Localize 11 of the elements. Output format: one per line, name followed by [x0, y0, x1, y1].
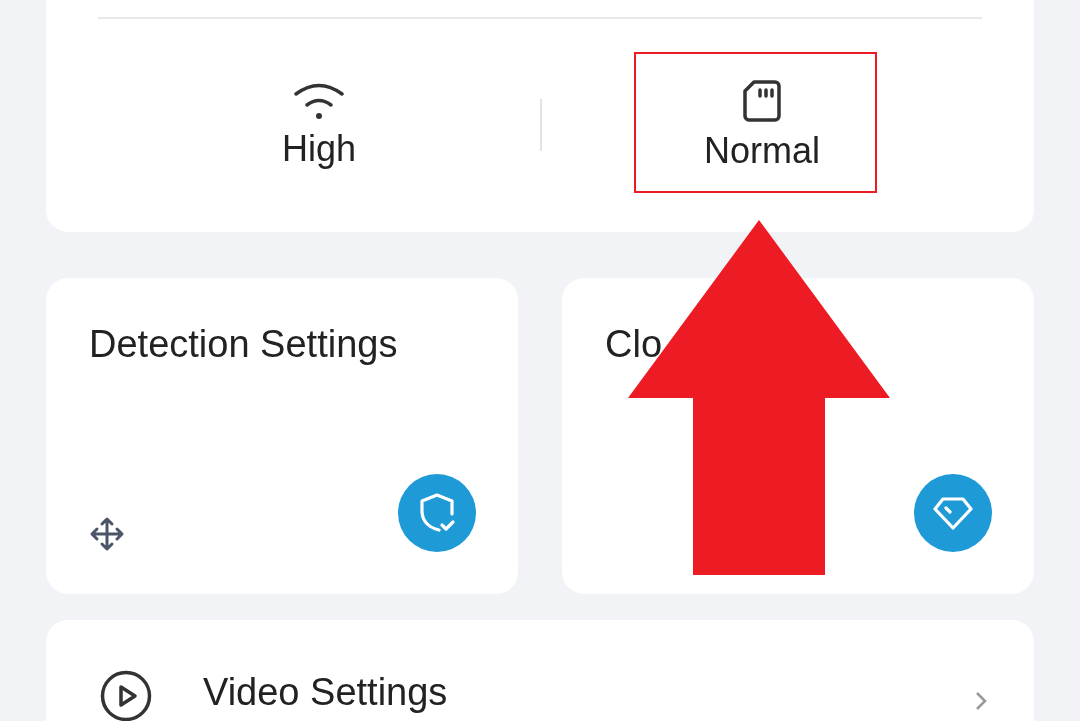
sd-card-icon [742, 79, 782, 123]
menu-label: Video Settings [203, 670, 449, 714]
move-arrows-icon [89, 516, 125, 552]
card-title: Clo [605, 322, 663, 366]
card-title: Detection Settings [89, 322, 398, 366]
quality-label: High [281, 129, 356, 169]
wifi-icon [293, 81, 345, 121]
chevron-right-icon [974, 690, 988, 712]
quality-label: Normal [704, 131, 820, 171]
menu-row[interactable]: Video Settings [46, 620, 1034, 721]
feature-card[interactable]: Detection Settings [46, 278, 518, 594]
